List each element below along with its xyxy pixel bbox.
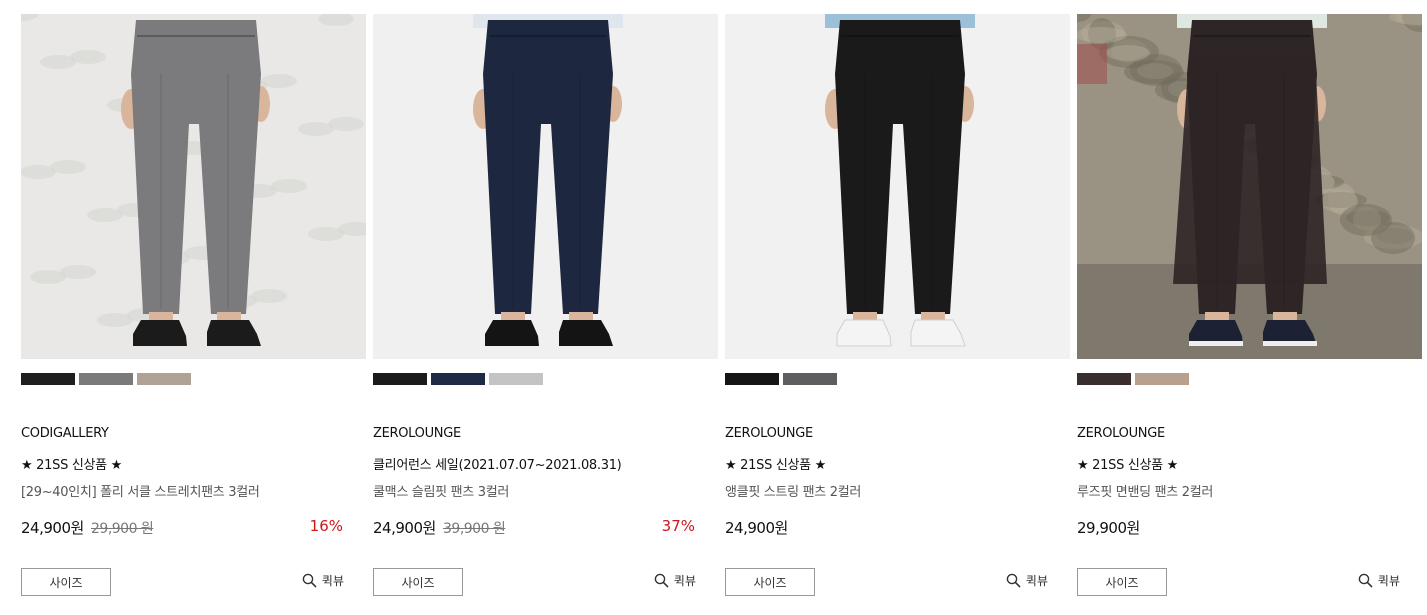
original-price: 39,900 원 [443,521,506,537]
product-card: ZEROLOUNGE 클리어런스 세일(2021.07.07~2021.08.3… [373,14,718,615]
product-promo[interactable]: ★ 21SS 신상품 ★ [725,454,826,473]
price-row: 24,900원 39,900 원 37% [373,517,695,539]
color-swatches [1077,373,1189,385]
product-card: ZEROLOUNGE ★ 21SS 신상품 ★ 앵클핏 스트링 팬츠 2컬러 2… [725,14,1070,615]
pants-photo [21,14,366,359]
size-button[interactable]: 사이즈 [1077,568,1167,596]
color-swatch[interactable] [783,373,837,385]
color-swatch[interactable] [1077,373,1131,385]
product-photo[interactable] [21,14,366,359]
size-button[interactable]: 사이즈 [725,568,815,596]
color-swatch[interactable] [1135,373,1189,385]
search-icon [1358,573,1373,588]
discount-rate: 16% [309,517,343,535]
size-button[interactable]: 사이즈 [373,568,463,596]
discount-rate: 37% [661,517,695,535]
product-card: ZEROLOUNGE ★ 21SS 신상품 ★ 루즈핏 면밴딩 팬츠 2컬러 2… [1077,14,1422,615]
color-swatch[interactable] [725,373,779,385]
search-icon [654,573,669,588]
product-brand[interactable]: ZEROLOUNGE [373,426,461,441]
product-brand[interactable]: ZEROLOUNGE [1077,426,1165,441]
quickview-label: 퀵뷰 [1025,574,1048,588]
sale-price: 29,900원 [1077,519,1140,537]
product-photo[interactable] [725,14,1070,359]
color-swatch[interactable] [373,373,427,385]
pants-photo [1077,14,1422,359]
product-grid: CODIGALLERY ★ 21SS 신상품 ★ [29~40인치] 폴리 서클… [0,0,1427,615]
color-swatches [373,373,543,385]
product-name[interactable]: 쿨맥스 슬림핏 팬츠 3컬러 [373,481,509,500]
color-swatches [21,373,191,385]
search-icon [302,573,317,588]
product-promo[interactable]: 클리어런스 세일(2021.07.07~2021.08.31) [373,454,622,473]
sale-price: 24,900원 [725,519,788,537]
quickview-label: 퀵뷰 [673,574,696,588]
product-brand[interactable]: CODIGALLERY [21,426,109,441]
sale-price: 24,900원 [21,519,84,537]
product-promo[interactable]: ★ 21SS 신상품 ★ [21,454,122,473]
color-swatches [725,373,837,385]
quickview-button[interactable]: 퀵뷰 [1358,572,1400,589]
price-row: 24,900원 29,900 원 16% [21,517,343,539]
product-card: CODIGALLERY ★ 21SS 신상품 ★ [29~40인치] 폴리 서클… [21,14,366,615]
color-swatch[interactable] [431,373,485,385]
search-icon [1006,573,1021,588]
pants-photo [725,14,1070,359]
quickview-button[interactable]: 퀵뷰 [302,572,344,589]
pants-photo [373,14,718,359]
price-row: 24,900원 [725,517,1047,539]
price-row: 29,900원 [1077,517,1399,539]
sale-price: 24,900원 [373,519,436,537]
product-photo[interactable] [1077,14,1422,359]
product-brand[interactable]: ZEROLOUNGE [725,426,813,441]
original-price: 29,900 원 [91,521,154,537]
product-name[interactable]: [29~40인치] 폴리 서클 스트레치팬츠 3컬러 [21,481,260,500]
size-button[interactable]: 사이즈 [21,568,111,596]
color-swatch[interactable] [21,373,75,385]
product-photo[interactable] [373,14,718,359]
color-swatch[interactable] [137,373,191,385]
quickview-button[interactable]: 퀵뷰 [1006,572,1048,589]
quickview-button[interactable]: 퀵뷰 [654,572,696,589]
color-swatch[interactable] [489,373,543,385]
quickview-label: 퀵뷰 [321,574,344,588]
color-swatch[interactable] [79,373,133,385]
quickview-label: 퀵뷰 [1377,574,1400,588]
product-name[interactable]: 앵클핏 스트링 팬츠 2컬러 [725,481,861,500]
product-name[interactable]: 루즈핏 면밴딩 팬츠 2컬러 [1077,481,1213,500]
product-promo[interactable]: ★ 21SS 신상품 ★ [1077,454,1178,473]
